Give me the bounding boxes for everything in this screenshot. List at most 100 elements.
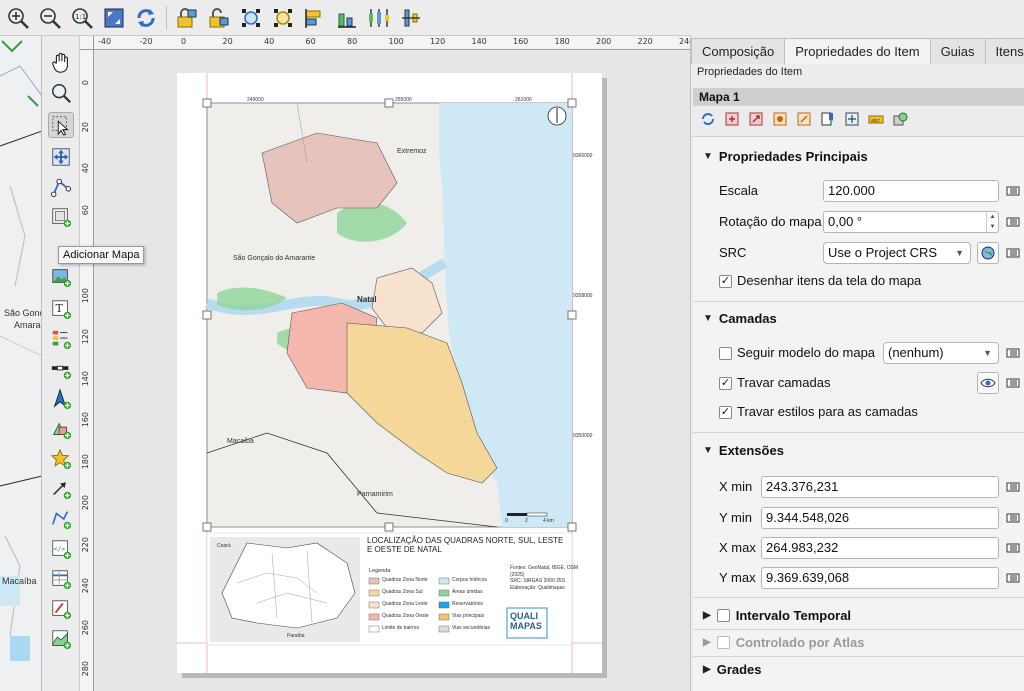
data-defined-override-icon[interactable]	[1006, 344, 1022, 362]
source-line: Fontes: GeoNatal, IBGE, OSM	[510, 565, 579, 571]
collapse-triangle-icon: ▼	[703, 445, 713, 456]
unlock-icon[interactable]	[205, 4, 233, 32]
data-defined-override-icon[interactable]	[1006, 244, 1022, 262]
clipping-settings-icon[interactable]	[891, 110, 909, 128]
toolbar-separator	[166, 5, 167, 30]
add-label-icon[interactable]: T	[48, 296, 74, 322]
section-temporal[interactable]: ▶ Intervalo Temporal	[703, 608, 851, 623]
raise-icon[interactable]	[397, 4, 425, 32]
ruler-tick-label: 280	[81, 661, 90, 677]
section-divider	[693, 597, 1024, 598]
eye-button[interactable]	[977, 372, 999, 394]
layout-tools-toolbar: T </>	[42, 36, 80, 691]
add-north-arrow-icon[interactable]	[48, 386, 74, 412]
rotation-input[interactable]: 0,00 ° ▲ ▼	[823, 211, 999, 233]
lock-styles-checkbox[interactable]: ✓	[719, 406, 732, 419]
view-extent-icon[interactable]	[747, 110, 765, 128]
add-html-icon[interactable]: </>	[48, 536, 74, 562]
bg-map-label: São Gonç	[4, 308, 42, 318]
crs-select[interactable]: Use o Project CRS ▼	[823, 242, 971, 264]
layout-canvas[interactable]: Extremoz São Gonçalo do Amarante Natal M…	[95, 51, 690, 691]
add-picture-icon[interactable]	[48, 264, 74, 290]
ruler-tick-label: 40	[81, 163, 90, 174]
add-marker-icon[interactable]	[48, 446, 74, 472]
vertical-ruler[interactable]: 020406080100120140160180200220240260280	[80, 50, 94, 691]
atlas-checkbox	[716, 636, 730, 649]
follow-theme-checkbox[interactable]	[719, 347, 732, 360]
deselect-icon[interactable]	[269, 4, 297, 32]
tab-composition[interactable]: Composição	[691, 38, 786, 64]
legend-item-label: Quadras Zona Oeste	[382, 613, 429, 619]
scale-input[interactable]: 120.000	[823, 180, 999, 202]
select-all-icon[interactable]	[237, 4, 265, 32]
zoom-full-icon[interactable]	[100, 4, 128, 32]
legend-item-label: Reservatórios	[452, 601, 483, 607]
ruler-tick-label: 180	[81, 453, 90, 469]
section-layers[interactable]: ▼ Camadas	[703, 311, 777, 326]
data-defined-override-icon[interactable]	[1006, 182, 1022, 200]
tab-guides[interactable]: Guias	[929, 38, 986, 64]
view-scale-icon[interactable]	[795, 110, 813, 128]
data-defined-override-icon[interactable]	[1006, 569, 1022, 587]
legend-item-label: Corpos hídricos	[452, 577, 488, 583]
distribute-icon[interactable]	[333, 4, 361, 32]
data-defined-override-icon[interactable]	[1006, 539, 1022, 557]
horizontal-ruler[interactable]: -40 -20 0 20 40 60 80 100 120 140 160 180 200 220 240	[94, 36, 694, 50]
xmax-input[interactable]: 264.983,232	[761, 537, 999, 559]
xmin-input[interactable]: 243.376,231	[761, 476, 999, 498]
add-elevation-profile-icon[interactable]	[48, 626, 74, 652]
add-map-icon[interactable]	[48, 204, 74, 230]
expand-triangle-icon: ▶	[703, 637, 711, 648]
section-grids[interactable]: ▶ Grades	[703, 662, 762, 677]
ymax-input[interactable]: 9.369.639,068	[761, 567, 999, 589]
add-fixed-table-icon[interactable]	[48, 596, 74, 622]
section-extents[interactable]: ▼ Extensões	[703, 443, 784, 458]
temporal-checkbox[interactable]	[716, 609, 730, 622]
add-legend-icon[interactable]	[48, 326, 74, 352]
select-move-icon[interactable]	[48, 112, 74, 138]
tab-items[interactable]: Itens	[984, 38, 1024, 64]
map-coordinate-label: 249000	[247, 97, 264, 103]
ymin-input[interactable]: 9.344.548,026	[761, 507, 999, 529]
pan-icon[interactable]	[48, 50, 74, 76]
collapse-triangle-icon: ▼	[703, 151, 713, 162]
zoom-in-icon[interactable]	[4, 4, 32, 32]
data-defined-override-icon[interactable]	[1006, 374, 1022, 392]
properties-scroll-area[interactable]: ▼ Propriedades Principais Escala 120.000 …	[693, 136, 1024, 691]
section-main-properties[interactable]: ▼ Propriedades Principais	[703, 149, 868, 164]
legend-item-label: Vias secundárias	[452, 625, 490, 631]
refresh-icon[interactable]	[699, 110, 717, 128]
draw-items-checkbox[interactable]: ✓	[719, 275, 732, 288]
zoom-tool-icon[interactable]	[48, 80, 74, 106]
refresh-icon[interactable]	[132, 4, 160, 32]
add-polyline-icon[interactable]	[48, 506, 74, 532]
lock-layers-checkbox[interactable]: ✓	[719, 377, 732, 390]
set-extent-icon[interactable]	[723, 110, 741, 128]
zoom-actual-icon[interactable]: 1:1	[68, 4, 96, 32]
data-defined-override-icon[interactable]	[1006, 478, 1022, 496]
add-shape-icon[interactable]	[48, 416, 74, 442]
tab-item-properties[interactable]: Propriedades do Item	[784, 38, 931, 64]
legend-swatch	[368, 625, 380, 633]
crs-globe-button[interactable]	[977, 242, 999, 264]
align-icon[interactable]	[301, 4, 329, 32]
label-settings-icon[interactable]: abc	[867, 110, 885, 128]
zoom-out-icon[interactable]	[36, 4, 64, 32]
resize-icon[interactable]	[365, 4, 393, 32]
atlas-icon[interactable]	[843, 110, 861, 128]
data-defined-override-icon[interactable]	[1006, 213, 1022, 231]
edit-nodes-icon[interactable]	[48, 174, 74, 200]
section-divider	[693, 629, 1024, 630]
bookmark-icon[interactable]	[819, 110, 837, 128]
legend-item-label: Quadras Zona Norte	[382, 577, 428, 583]
theme-select[interactable]: (nenhum) ▼	[883, 342, 999, 364]
add-attribute-table-icon[interactable]	[48, 566, 74, 592]
lock-icon[interactable]	[173, 4, 201, 32]
add-map-tooltip: Adicionar Mapa	[58, 246, 145, 264]
add-arrow-icon[interactable]	[48, 476, 74, 502]
move-content-icon[interactable]	[48, 144, 74, 170]
set-scale-icon[interactable]	[771, 110, 789, 128]
data-defined-override-icon[interactable]	[1006, 509, 1022, 527]
add-scalebar-icon[interactable]	[48, 356, 74, 382]
spinbox-arrows-icon[interactable]: ▲ ▼	[986, 212, 998, 232]
